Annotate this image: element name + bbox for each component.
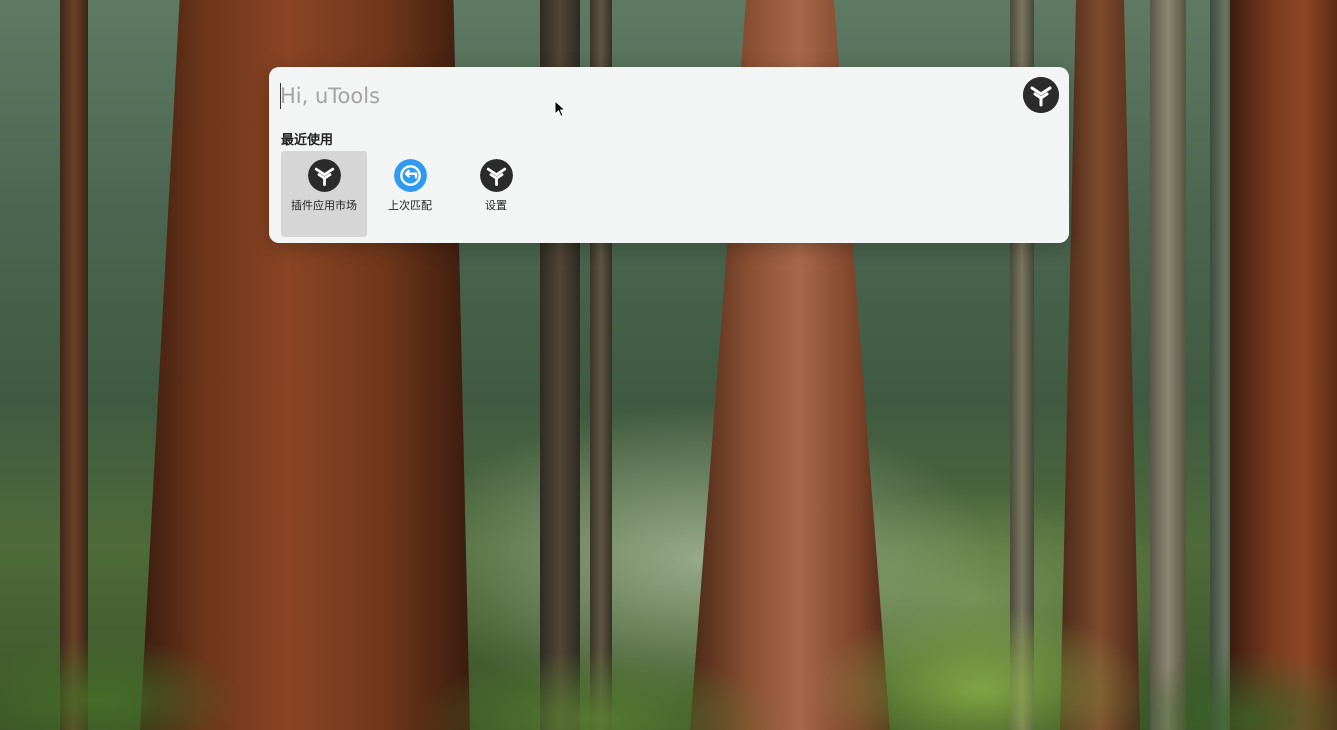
utools-logo-icon [1023,77,1059,113]
utools-launcher-panel: 最近使用 插件应用市场 [269,67,1069,243]
search-input[interactable] [280,79,980,113]
forest-undergrowth [0,500,1337,730]
recent-item-label: 设置 [485,199,507,212]
recent-item-label: 插件应用市场 [291,199,357,212]
recent-item-label: 上次匹配 [388,199,432,212]
recent-section-title: 最近使用 [281,133,334,148]
utools-logo-button[interactable] [1023,77,1059,113]
desktop-wallpaper: 最近使用 插件应用市场 [0,0,1337,730]
recent-item-last-match[interactable]: 上次匹配 [367,151,453,237]
mouse-pointer-icon [554,100,566,118]
text-caret [280,83,281,109]
recent-item-plugin-market[interactable]: 插件应用市场 [281,151,367,237]
recent-item-settings[interactable]: 设置 [453,151,539,237]
undo-icon [393,159,427,192]
utools-logo-icon [479,159,513,192]
utools-logo-icon [307,159,341,192]
recent-items-list: 插件应用市场 上次匹配 设置 [281,151,539,237]
